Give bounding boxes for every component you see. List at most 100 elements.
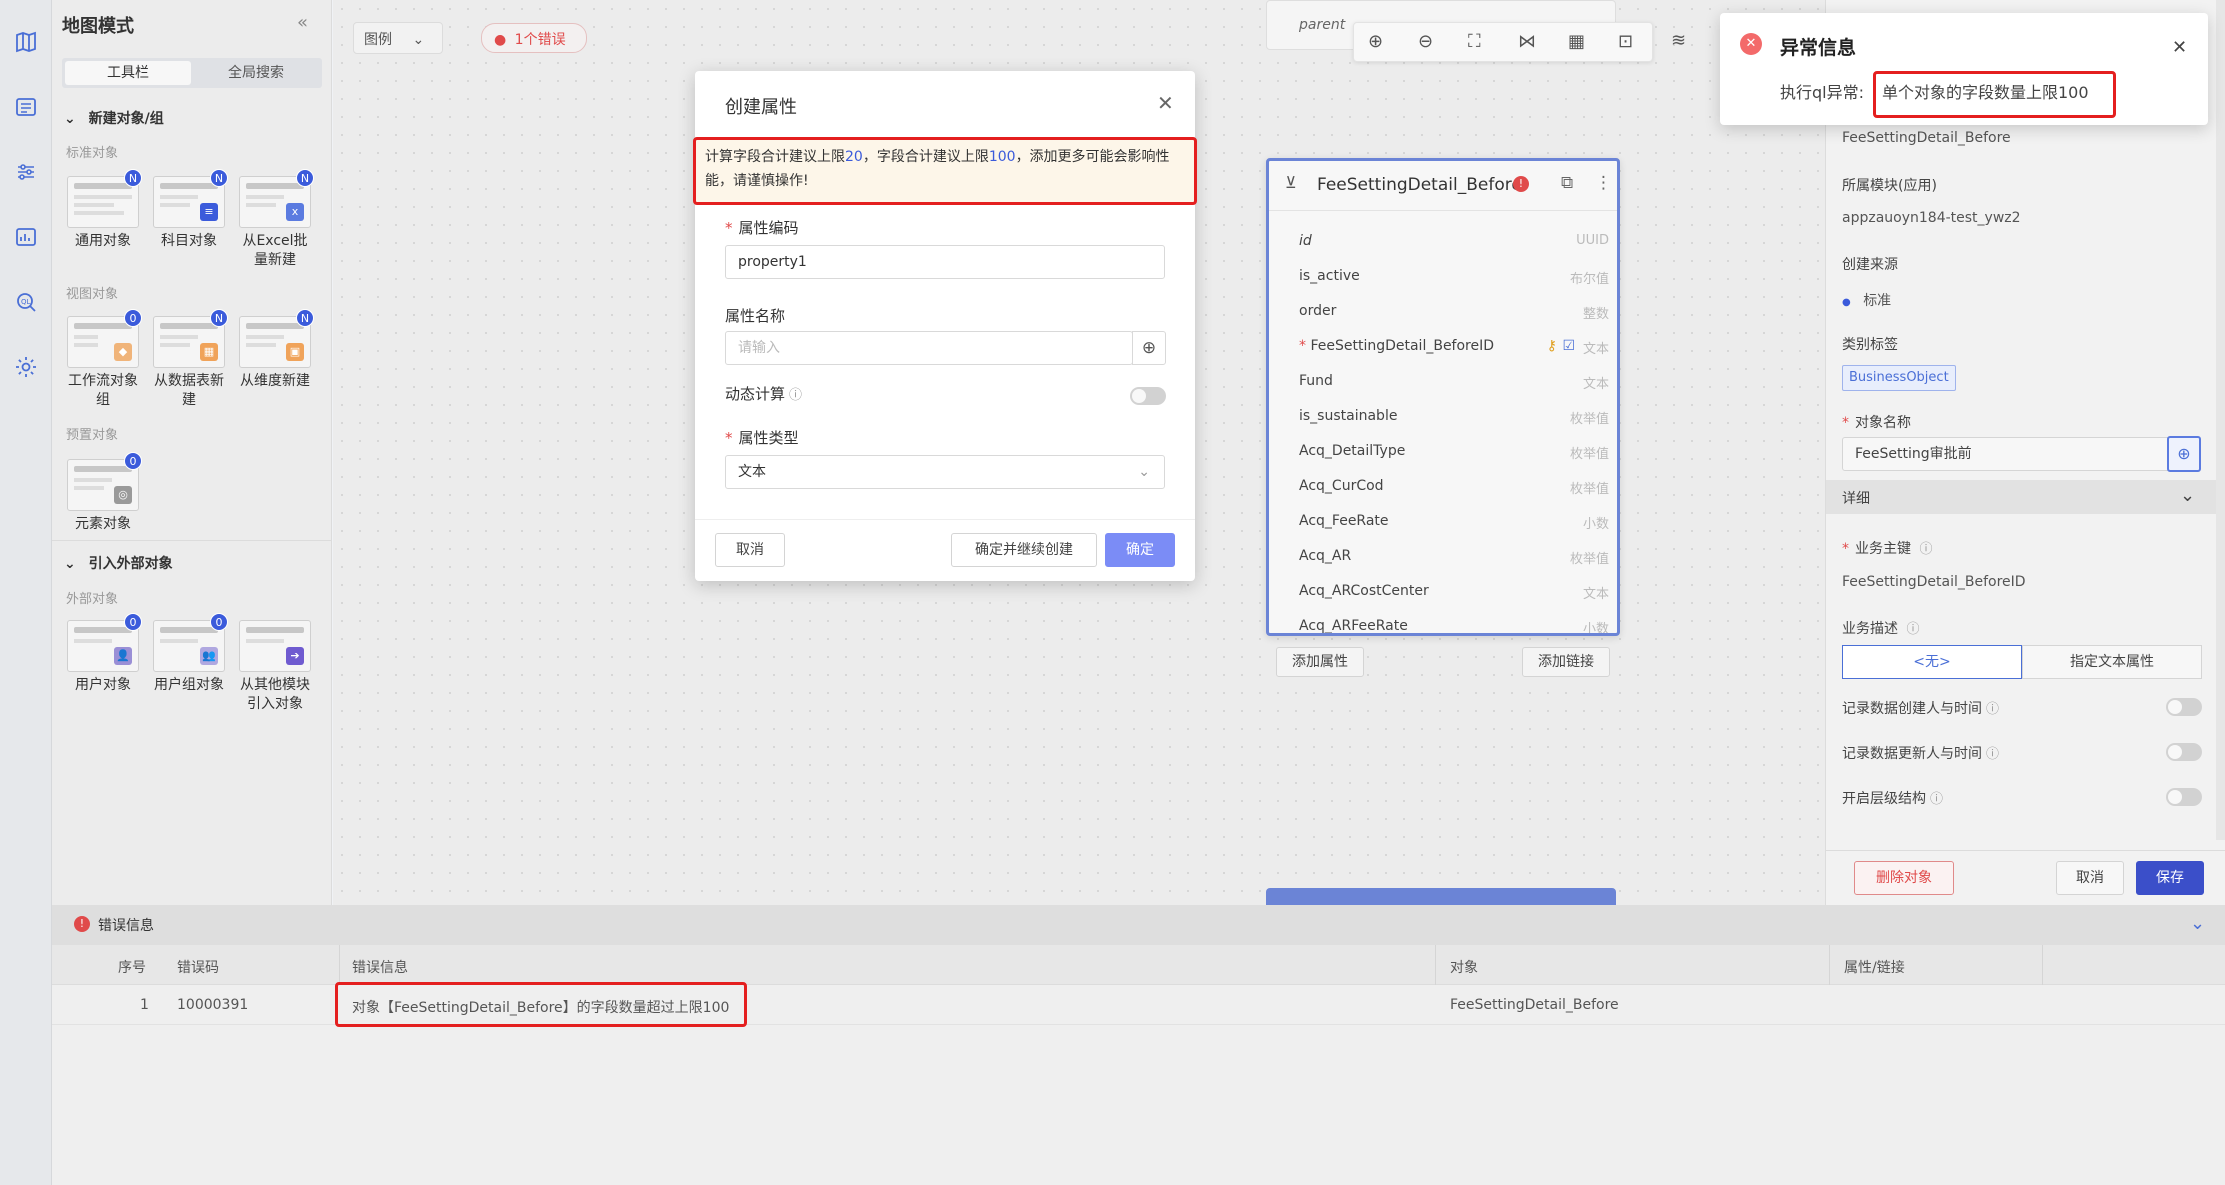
list-icon[interactable] (14, 95, 38, 119)
scrollbar[interactable] (2216, 0, 2225, 840)
badge: N (296, 309, 314, 327)
tile-generic-object[interactable]: N 通用对象 (67, 169, 145, 251)
tile-user-group-object[interactable]: 👥 0 用户组对象 (153, 613, 231, 695)
tile-from-dimension[interactable]: ▣ N 从维度新建 (239, 309, 317, 391)
detail-section-header[interactable]: 详细 ⌄ (1826, 480, 2225, 514)
dialog-title: 创建属性 (725, 97, 797, 118)
field-type: 小数 (1582, 517, 1609, 532)
sliders-icon[interactable] (14, 160, 38, 184)
error-icon: ● (494, 32, 507, 48)
bizdesc-none-option[interactable]: <无> (1842, 645, 2022, 679)
help-icon[interactable]: ⓘ (1986, 747, 1999, 762)
field-row[interactable]: * ⚷ ☑ FeeSettingDetail_BeforeID 文本 (1299, 338, 1609, 368)
grid-icon[interactable]: ▦ (1568, 31, 1585, 52)
help-icon[interactable]: ⓘ (1906, 622, 1919, 637)
focus-icon[interactable]: ⊡ (1618, 31, 1633, 52)
tile-user-object[interactable]: 👤 0 用户对象 (67, 613, 145, 695)
toggle-hierarchy-switch[interactable] (2166, 788, 2202, 806)
map-icon[interactable] (14, 30, 38, 54)
error-count-pill[interactable]: ● 1个错误 (481, 23, 587, 53)
field-name: order (1299, 303, 1337, 319)
tile-element-object[interactable]: ◎ 0 元素对象 (67, 452, 145, 534)
query-icon[interactable]: QL (14, 290, 38, 314)
layers-icon[interactable]: ≋ (1671, 30, 1686, 51)
field-row[interactable]: Acq_ARCostCenter 文本 (1299, 583, 1609, 613)
bizdesc-text-option[interactable]: 指定文本属性 (2022, 645, 2202, 679)
section-import-external[interactable]: ⌄ 引入外部对象 (64, 553, 173, 573)
cancel-button[interactable]: 取消 (715, 533, 785, 567)
field-row[interactable]: id UUID (1299, 233, 1609, 263)
tag-badge[interactable]: BusinessObject (1842, 365, 1956, 391)
field-type: 枚举值 (1569, 447, 1609, 462)
tab-toolbar[interactable]: 工具栏 (65, 61, 191, 85)
help-icon[interactable]: ⓘ (1930, 792, 1943, 807)
right-panel: FeeSettingDetail_Before 所属模块(应用) appzauo… (1825, 0, 2225, 905)
field-row[interactable]: is_active 布尔值 (1299, 268, 1609, 298)
create-attribute-dialog: 创建属性 ✕ 计算字段合计建议上限20，字段合计建议上限100，添加更多可能会影… (693, 71, 1197, 581)
tile-from-table[interactable]: ▦ N 从数据表新建 (153, 309, 231, 410)
collapse-icon[interactable]: ⌄ (2190, 913, 2205, 934)
cancel-button[interactable]: 取消 (2056, 861, 2124, 895)
delete-object-button[interactable]: 删除对象 (1854, 861, 1954, 895)
globe-icon[interactable]: ⊕ (2167, 436, 2201, 472)
collapse-icon[interactable]: ⊻ (1285, 173, 1297, 192)
section-new-object[interactable]: ⌄ 新建对象/组 (64, 108, 164, 128)
share-icon[interactable]: ⋈ (1518, 31, 1536, 52)
error-icon: ✕ (1740, 33, 1762, 55)
zoom-in-icon[interactable]: ⊕ (1368, 31, 1383, 52)
tab-global-search[interactable]: 全局搜索 (193, 61, 319, 85)
badge: N (296, 169, 314, 187)
dynamic-calc-switch[interactable] (1130, 387, 1166, 405)
close-icon[interactable]: ✕ (1157, 91, 1174, 115)
type-label: * 属性类型 (725, 429, 799, 447)
object-name-input[interactable]: FeeSetting审批前 (1842, 437, 2180, 471)
confirm-button[interactable]: 确定 (1105, 533, 1175, 567)
error-panel: ! 错误信息 ⌄ 序号 错误码 错误信息 对象 属性/链接 1 10000391… (52, 905, 2225, 1185)
help-icon[interactable]: ⓘ (1919, 542, 1932, 557)
code-input[interactable]: property1 (725, 245, 1165, 279)
field-row[interactable]: Acq_FeeRate 小数 (1299, 513, 1609, 543)
tile-workflow-group[interactable]: ◆ 0 工作流对象组 (67, 309, 145, 410)
external-link-icon[interactable]: ⧉ (1561, 173, 1573, 193)
fit-screen-icon[interactable]: ⛶ (1468, 31, 1481, 52)
field-name: FeeSettingDetail_BeforeID (1310, 338, 1495, 354)
legend-dropdown[interactable]: 图例 ⌄ (353, 22, 443, 54)
gear-icon[interactable] (14, 355, 38, 379)
field-row[interactable]: Fund 文本 (1299, 373, 1609, 403)
confirm-continue-button[interactable]: 确定并继续创建 (951, 533, 1097, 567)
chevron-down-icon: ⌄ (412, 32, 425, 48)
field-row[interactable]: Acq_AR 枚举值 (1299, 548, 1609, 578)
zoom-out-icon[interactable]: ⊖ (1418, 31, 1433, 52)
object-card[interactable]: ⊻ FeeSettingDetail_Before ! ⧉ ⋮ id UUID is… (1266, 158, 1620, 636)
tile-subject-object[interactable]: ≡ N 科目对象 (153, 169, 231, 251)
toggle-created-switch[interactable] (2166, 698, 2202, 716)
field-type: 枚举值 (1569, 552, 1609, 567)
collapse-icon[interactable]: « (297, 12, 308, 33)
tile-excel-batch[interactable]: xN 从Excel批量新建 (239, 169, 317, 270)
save-button[interactable]: 保存 (2136, 861, 2204, 895)
chart-icon[interactable] (14, 225, 38, 249)
add-link-button[interactable]: 添加链接 (1522, 647, 1610, 677)
help-icon[interactable]: ⓘ (1986, 702, 1999, 717)
field-row[interactable]: is_sustainable 枚举值 (1299, 408, 1609, 438)
type-select[interactable]: 文本 ⌄ (725, 455, 1165, 489)
toggle-created-label: 记录数据创建人与时间 ⓘ (1842, 701, 2000, 717)
more-icon[interactable]: ⋮ (1595, 173, 1612, 193)
close-icon[interactable]: ✕ (2172, 37, 2187, 58)
name-input[interactable]: 请输入 (725, 331, 1133, 365)
field-row[interactable]: Acq_ARFeeRate 小数 (1299, 618, 1609, 633)
field-row[interactable]: Acq_CurCod 枚举值 (1299, 478, 1609, 508)
source-label: 创建来源 (1842, 257, 1898, 273)
field-name: Fund (1299, 373, 1333, 389)
object-tile-icon: N (67, 169, 142, 228)
object-tile-icon: ▦ N (153, 309, 228, 368)
tile-import-other-module[interactable]: ➔ 从其他模块引入对象 (239, 620, 317, 714)
globe-icon[interactable]: ⊕ (1132, 331, 1166, 365)
field-row[interactable]: order 整数 (1299, 303, 1609, 333)
field-row[interactable]: Acq_DetailType 枚举值 (1299, 443, 1609, 473)
help-icon[interactable]: ⓘ (789, 388, 802, 403)
highlight-box (693, 137, 1197, 205)
add-attribute-button[interactable]: 添加属性 (1276, 647, 1364, 677)
toggle-updated-switch[interactable] (2166, 743, 2202, 761)
chevron-down-icon: ⌄ (1138, 464, 1150, 480)
